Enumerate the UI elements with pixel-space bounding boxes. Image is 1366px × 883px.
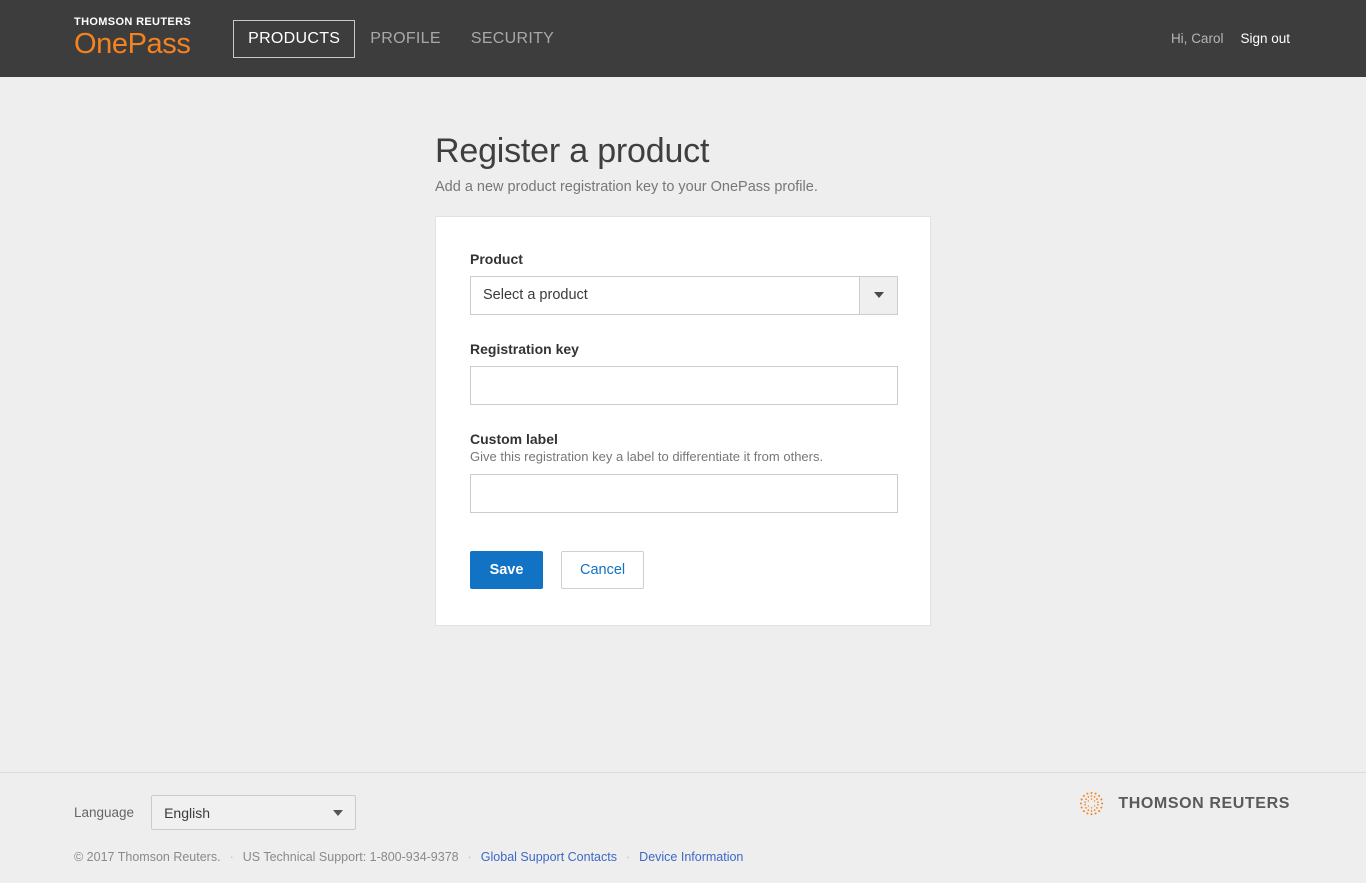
copyright-text: © 2017 Thomson Reuters. <box>74 850 221 864</box>
thomson-reuters-logo: THOMSON REUTERS <box>1077 789 1290 818</box>
product-select-value[interactable]: Select a product <box>470 276 859 315</box>
registration-key-field: Registration key <box>470 341 896 405</box>
brand-name-text: OnePass <box>74 29 191 59</box>
registration-key-input[interactable] <box>470 366 898 405</box>
footer-top-row: Language English <box>74 795 1290 830</box>
user-greeting: Hi, Carol <box>1171 31 1224 46</box>
footer-legal-row: © 2017 Thomson Reuters. · US Technical S… <box>74 850 1290 864</box>
device-information-link[interactable]: Device Information <box>639 850 743 864</box>
custom-label-field: Custom label Give this registration key … <box>470 431 896 513</box>
top-navigation-bar: THOMSON REUTERS OnePass PRODUCTS PROFILE… <box>0 0 1366 77</box>
chevron-down-icon <box>333 810 343 816</box>
product-label: Product <box>470 251 896 267</box>
custom-label-label: Custom label <box>470 431 896 447</box>
page-title: Register a product <box>435 130 931 173</box>
form-actions: Save Cancel <box>470 551 896 589</box>
page-header: Register a product Add a new product reg… <box>435 77 931 195</box>
register-product-form-card: Product Select a product Registration ke… <box>435 216 931 626</box>
global-support-contacts-link[interactable]: Global Support Contacts <box>481 850 617 864</box>
custom-label-help-text: Give this registration key a label to di… <box>470 449 896 464</box>
page-subtitle: Add a new product registration key to yo… <box>435 179 931 195</box>
product-field: Product Select a product <box>470 251 896 315</box>
registration-key-label: Registration key <box>470 341 896 357</box>
thomson-reuters-kinesis-icon <box>1077 789 1106 818</box>
brand-eyebrow-text: THOMSON REUTERS <box>74 17 191 28</box>
language-select-value: English <box>164 805 210 821</box>
thomson-reuters-wordmark: THOMSON REUTERS <box>1118 795 1290 813</box>
language-select[interactable]: English <box>151 795 356 830</box>
language-label: Language <box>74 805 134 820</box>
sign-out-link[interactable]: Sign out <box>1240 31 1290 46</box>
save-button[interactable]: Save <box>470 551 543 589</box>
nav-item-products[interactable]: PRODUCTS <box>233 20 355 58</box>
main-content: Register a product Add a new product reg… <box>0 77 1366 772</box>
onepass-logo[interactable]: THOMSON REUTERS OnePass <box>74 17 191 59</box>
product-select-toggle[interactable] <box>859 276 898 315</box>
nav-item-profile[interactable]: PROFILE <box>355 20 456 58</box>
footer-separator: · <box>221 850 243 864</box>
page-footer: Language English <box>0 772 1366 883</box>
nav-item-security[interactable]: SECURITY <box>456 20 569 58</box>
footer-separator: · <box>459 850 481 864</box>
custom-label-input[interactable] <box>470 474 898 513</box>
footer-separator: · <box>617 850 639 864</box>
user-area: Hi, Carol Sign out <box>1171 31 1290 46</box>
support-phone-text: US Technical Support: 1-800-934-9378 <box>243 850 459 864</box>
primary-nav: PRODUCTS PROFILE SECURITY <box>233 20 569 58</box>
cancel-button[interactable]: Cancel <box>561 551 644 589</box>
product-select[interactable]: Select a product <box>470 276 898 315</box>
chevron-down-icon <box>874 292 884 298</box>
